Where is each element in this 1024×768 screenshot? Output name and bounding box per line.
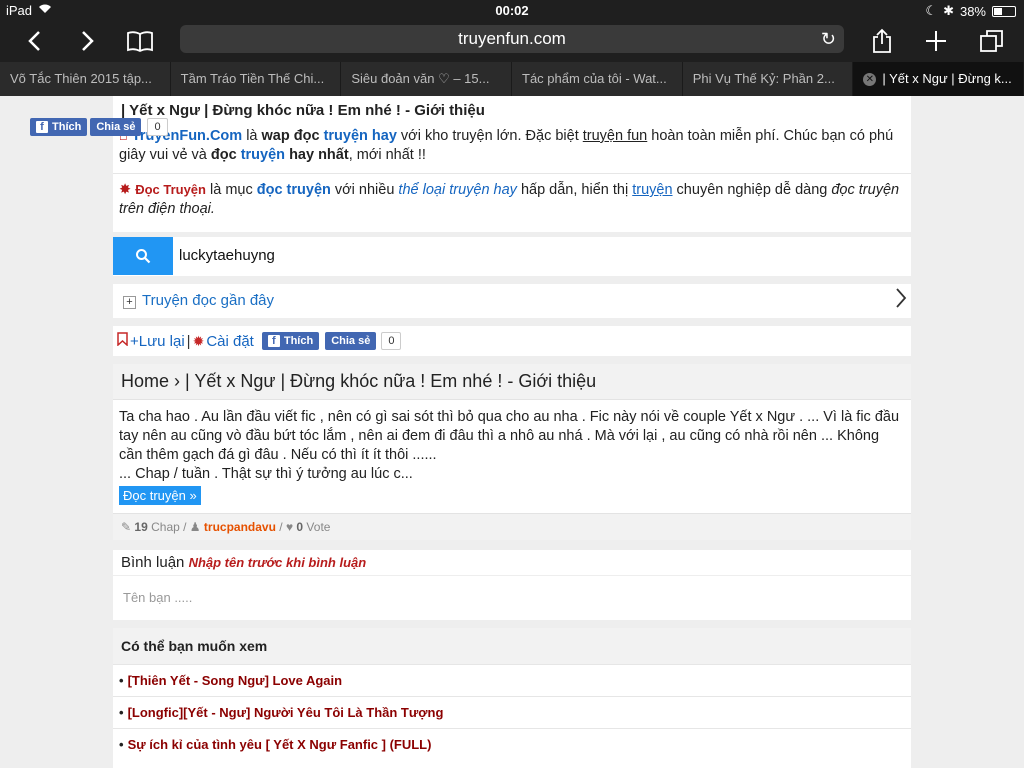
name-field[interactable]: Tên bạn ..... [113,576,911,619]
reload-icon[interactable]: ↻ [821,25,836,53]
link-truyen-2[interactable]: truyện [632,182,672,198]
tab-4[interactable]: Tác phẩm của tôi - Wat... [512,62,683,96]
link-truyen[interactable]: truyện [241,147,285,163]
book-icon [127,31,153,52]
read-story-button[interactable]: Đọc truyện » [119,486,201,505]
story-description: Ta cha hao . Au lần đầu viết fic , nên c… [119,409,900,463]
moon-icon: ☾ [925,3,938,18]
intro-paragraph-1: ⌂ TruyenFun.Com là wap đọc truyện hay vớ… [119,128,894,163]
fb-like-button[interactable]: f Thích [30,118,88,136]
story-description-2: ... Chap / tuần . Thật sự thì ý tưởng au… [119,466,413,482]
comments-label: Bình luận [121,554,185,571]
address-bar[interactable]: truyenfun.com ↻ [180,25,844,53]
share-icon [873,28,891,53]
tabs-icon [980,30,1003,52]
plus-icon [926,31,946,51]
story-card: Home › | Yết x Ngư | Đừng khóc nữa ! Em … [113,364,911,540]
web-page: | Yết x Ngư | Đừng khóc nữa ! Em nhé ! -… [0,96,1024,768]
chap-count: 19 [134,520,148,534]
breadcrumb-current: | Yết x Ngư | Đừng khóc nữa ! Em nhé ! -… [185,371,597,391]
breadcrumb: Home › | Yết x Ngư | Đừng khóc nữa ! Em … [113,364,911,400]
settings-link[interactable]: Cài đặt [206,333,254,350]
chevron-right-icon [82,31,94,51]
link-doc-truyen[interactable]: đọc truyện [257,182,331,198]
story-meta: ✎ 19 Chap / ♟ trucpandavu / ♥ 0 Vote [113,513,911,540]
bluetooth-icon: ✱ [943,3,954,18]
gear-icon: ✹ [192,332,205,349]
battery-icon [992,5,1016,17]
recent-stories-row[interactable]: + Truyện đọc gần đây [113,284,911,318]
link-the-loai[interactable]: thể loại truyện hay [398,182,517,198]
facebook-icon: f [267,335,280,347]
url-text: truyenfun.com [458,29,566,48]
star-icon: ✸ [119,182,132,198]
tab-5[interactable]: Phi Vụ Thế Kỷ: Phần 2... [683,62,854,96]
status-bar: iPad 00:02 ☾ ✱ 38% [0,0,1024,20]
back-button[interactable] [14,20,54,62]
share-button[interactable] [862,20,902,62]
fb-share-button[interactable]: Chia sẻ [90,118,142,136]
search-button[interactable] [113,237,173,275]
tab-active[interactable]: ✕ | Yết x Ngư | Đừng k... [853,62,1024,96]
clock: 00:02 [495,3,529,18]
tab-1[interactable]: Võ Tắc Thiên 2015 tập... [0,62,171,96]
recommend-item[interactable]: • [Thiên Yết - Song Ngư] Love Again [113,664,911,696]
breadcrumb-home[interactable]: Home [121,371,169,391]
bookmarks-button[interactable] [120,20,160,62]
save-link[interactable]: +Lưu lại [130,333,185,350]
link-truyen-hay[interactable]: truyện hay [324,128,397,144]
fb-like-button-2[interactable]: f Thích [261,332,320,350]
author-link[interactable]: trucpandavu [204,520,276,534]
battery-level [994,7,1002,15]
close-tab-icon[interactable]: ✕ [863,73,877,87]
heart-icon: ♥ [285,520,294,534]
page-title: | Yết x Ngư | Đừng khóc nữa ! Em nhé ! -… [121,102,485,119]
link-truyen-fun[interactable]: truyện fun [583,128,648,144]
tab-active-label: | Yết x Ngư | Đừng k... [882,71,1012,86]
tab-bar: Võ Tắc Thiên 2015 tập... Tầm Tráo Tiền T… [0,62,1024,96]
expand-icon: + [123,296,136,309]
action-row: +Lưu lại | ✹ Cài đặt f Thích Chia sẻ 0 [113,326,911,356]
tab-3[interactable]: Siêu đoản văn ♡ – 15... [341,62,513,96]
fb-count: 0 [147,118,168,136]
recommend-section: Có thể bạn muốn xem • [Thiên Yết - Song N… [113,628,911,768]
chevron-right-icon [895,286,907,315]
recommend-item[interactable]: • Sự ích kỉ của tình yêu [ Yết X Ngư Fanf… [113,728,911,760]
tab-2[interactable]: Tầm Tráo Tiền Thế Chi... [171,62,342,96]
new-tab-button[interactable] [916,20,956,62]
intro-paragraph-2: ✸ Đọc Truyện là mục đọc truyện với nhiều… [119,182,900,217]
facebook-icon: f [36,121,48,133]
recommend-heading: Có thể bạn muốn xem [113,628,911,664]
comments-section: Bình luận Nhập tên trước khi bình luận T… [113,550,911,620]
forward-button[interactable] [68,20,108,62]
fb-count-2: 0 [381,332,402,350]
intro-section: | Yết x Ngư | Đừng khóc nữa ! Em nhé ! -… [113,96,911,232]
search-bar: luckytaehuyng [113,237,911,276]
doc-truyen-label: Đọc Truyện [135,182,206,197]
fb-bar-top: f Thích Chia sẻ 0 [30,118,168,136]
tabs-overview-button[interactable] [972,20,1012,62]
pencil-icon: ✎ [121,520,132,534]
search-input[interactable]: luckytaehuyng [173,237,911,276]
browser-toolbar: truyenfun.com ↻ [0,20,1024,62]
recommend-item[interactable]: • [Longfic][Yết - Ngư] Người Yêu Tôi Là T… [113,696,911,728]
chevron-left-icon [28,31,40,51]
bookmark-icon [117,332,128,350]
user-icon: ♟ [189,520,201,534]
fb-share-button-2[interactable]: Chia sẻ [325,332,377,350]
search-icon [136,249,151,264]
battery-percent: 38% [959,3,986,19]
comments-hint: Nhập tên trước khi bình luận [188,555,367,570]
recent-label: Truyện đọc gần đây [142,292,275,309]
